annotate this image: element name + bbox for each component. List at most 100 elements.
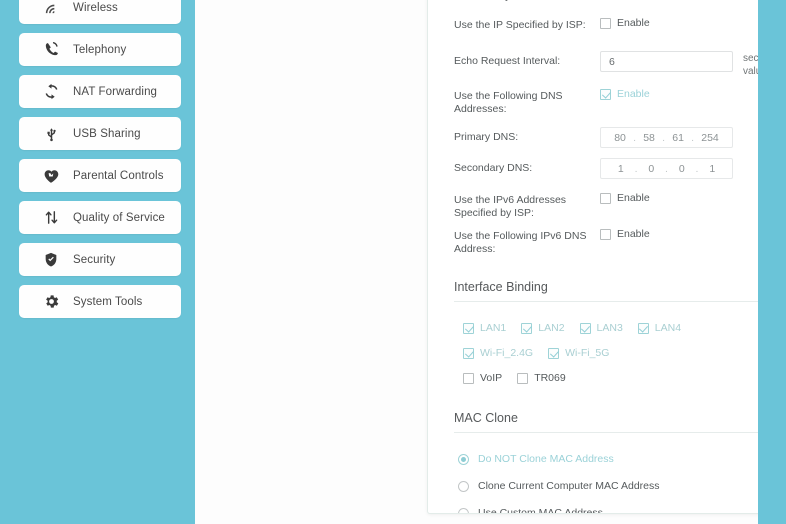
mac-clone-option-clone-current[interactable]: Clone Current Computer MAC Address: [454, 480, 786, 492]
sidebar-item-label: Quality of Service: [73, 211, 165, 224]
octet-1[interactable]: 1: [608, 163, 634, 175]
radio-button: [458, 453, 469, 465]
echo-request-interval-label: Echo Request Interval:: [454, 55, 561, 67]
row-use-ip-specified-by-isp: Use the IP Specified by ISP: Enable: [454, 15, 786, 41]
lan2-checkbox[interactable]: LAN2: [521, 322, 565, 334]
radio-button: [458, 507, 469, 513]
parental-controls-icon: [41, 166, 61, 186]
row-igmp-proxy: IGMP Proxy: Enable: [454, 0, 786, 6]
checkbox-label: Wi-Fi_5G: [565, 347, 610, 359]
sidebar-item-usb-sharing[interactable]: USB Sharing: [19, 117, 181, 150]
use-ip-specified-label: Use the IP Specified by ISP:: [454, 19, 586, 31]
voip-checkbox[interactable]: VoIP: [463, 372, 502, 384]
wifi-5g-checkbox[interactable]: Wi-Fi_5G: [548, 347, 609, 359]
sidebar-item-label: USB Sharing: [73, 127, 141, 140]
mac-clone-section-title: MAC Clone: [454, 411, 786, 433]
sidebar-item-quality-of-service[interactable]: Quality of Service: [19, 201, 181, 234]
checkbox-label: Enable: [617, 192, 650, 204]
interface-binding-wifi-row: Wi-Fi_2.4G Wi-Fi_5G: [454, 347, 786, 359]
lan3-checkbox[interactable]: LAN3: [579, 322, 623, 334]
sidebar-item-label: Telephony: [73, 43, 127, 56]
interface-binding-lan-row: LAN1 LAN2 LAN3 LAN4: [454, 322, 786, 334]
checkbox-box: [463, 347, 474, 359]
checkbox-box: [579, 322, 591, 334]
nat-forwarding-icon: [41, 82, 61, 102]
row-use-following-ipv6-dns: Use the Following IPv6 DNS Address: Enab…: [454, 226, 786, 256]
sidebar-item-wireless[interactable]: Wireless: [19, 0, 181, 24]
octet-1[interactable]: 80: [608, 132, 632, 144]
sidebar-item-system-tools[interactable]: System Tools: [19, 285, 181, 318]
radio-button: [458, 480, 469, 492]
octet-3[interactable]: 61: [666, 132, 690, 144]
row-use-following-dns: Use the Following DNS Addresses: Enable: [454, 86, 786, 116]
interface-binding-other-row: VoIP TR069: [454, 372, 786, 384]
checkbox-label: LAN4: [654, 322, 682, 334]
checkbox-box: [637, 322, 649, 334]
checkbox-box: [600, 192, 611, 204]
use-following-ipv6-dns-label: Use the Following IPv6 DNS Address:: [454, 230, 587, 255]
checkbox-label: Wi-Fi_2.4G: [480, 347, 534, 359]
row-use-ipv6-specified-by-isp: Use the IPv6 Addresses Specified by ISP:…: [454, 190, 786, 220]
sidebar-item-label: Wireless: [73, 1, 118, 14]
row-secondary-dns: Secondary DNS: 1 . 0 . 0 . 1: [454, 156, 786, 182]
checkbox-label: Enable: [617, 88, 650, 100]
sidebar-navigation: Wireless Telephony NAT Forwarding USB Sh…: [0, 0, 195, 524]
primary-dns-input-group[interactable]: 80 . 58 . 61 . 254: [600, 127, 733, 148]
quality-of-service-icon: [41, 208, 61, 228]
router-admin-page: Wireless Telephony NAT Forwarding USB Sh…: [0, 0, 786, 524]
checkbox-box: [517, 372, 529, 384]
use-following-ipv6-dns-enable-checkbox[interactable]: Enable: [600, 228, 650, 240]
row-echo-request-interval: Echo Request Interval: seconds. (0-120. …: [454, 49, 786, 78]
primary-dns-label: Primary DNS:: [454, 131, 519, 143]
checkbox-label: Enable: [617, 228, 650, 240]
row-primary-dns: Primary DNS: 80 . 58 . 61 . 254: [454, 125, 786, 151]
checkbox-box: [463, 322, 474, 334]
lan1-checkbox[interactable]: LAN1: [463, 322, 506, 334]
system-tools-gear-icon: [41, 292, 61, 312]
checkbox-label: LAN3: [596, 322, 623, 334]
checkbox-label: LAN1: [480, 322, 507, 334]
sidebar-item-security[interactable]: Security: [19, 243, 181, 276]
use-ipv6-specified-enable-checkbox[interactable]: Enable: [600, 192, 650, 204]
secondary-dns-input-group[interactable]: 1 . 0 . 0 . 1: [600, 158, 733, 179]
radio-label: Use Custom MAC Address: [478, 507, 603, 514]
checkbox-box: [600, 228, 611, 240]
octet-2[interactable]: 0: [638, 163, 664, 175]
radio-label: Clone Current Computer MAC Address: [478, 480, 660, 492]
tr069-checkbox[interactable]: TR069: [517, 372, 566, 384]
settings-card: IGMP Proxy: Enable Use the IP Specified …: [427, 0, 786, 514]
sidebar-item-label: System Tools: [73, 295, 143, 308]
page-body: IGMP Proxy: Enable Use the IP Specified …: [195, 0, 786, 524]
checkbox-label: TR069: [534, 372, 566, 384]
checkbox-box: [521, 322, 533, 334]
security-shield-icon: [41, 250, 61, 270]
wireless-icon: [41, 0, 61, 18]
octet-4[interactable]: 1: [699, 163, 725, 175]
radio-label: Do NOT Clone MAC Address: [478, 453, 614, 465]
use-following-dns-label: Use the Following DNS Addresses:: [454, 90, 563, 115]
octet-4[interactable]: 254: [695, 132, 725, 144]
echo-request-interval-input[interactable]: [600, 51, 733, 72]
usb-sharing-icon: [41, 124, 61, 144]
checkbox-box: [463, 372, 474, 384]
checkbox-box: [600, 88, 611, 100]
wifi-24g-checkbox[interactable]: Wi-Fi_2.4G: [463, 347, 533, 359]
octet-3[interactable]: 0: [669, 163, 695, 175]
checkbox-label: VoIP: [480, 372, 503, 384]
lan4-checkbox[interactable]: LAN4: [637, 322, 682, 334]
use-ipv6-specified-label: Use the IPv6 Addresses Specified by ISP:: [454, 194, 567, 219]
sidebar-item-parental-controls[interactable]: Parental Controls: [19, 159, 181, 192]
igmp-proxy-label: IGMP Proxy:: [454, 0, 600, 3]
checkbox-box: [548, 347, 560, 359]
sidebar-item-telephony[interactable]: Telephony: [19, 33, 181, 66]
sidebar-item-nat-forwarding[interactable]: NAT Forwarding: [19, 75, 181, 108]
interface-binding-section-title: Interface Binding: [454, 280, 786, 302]
sidebar-item-label: Parental Controls: [73, 169, 164, 182]
octet-2[interactable]: 58: [637, 132, 661, 144]
mac-clone-option-custom[interactable]: Use Custom MAC Address: [454, 507, 786, 514]
use-ip-specified-enable-checkbox[interactable]: Enable: [600, 17, 650, 29]
checkbox-label: Enable: [617, 17, 650, 29]
mac-clone-option-do-not-clone[interactable]: Do NOT Clone MAC Address: [454, 453, 786, 465]
use-following-dns-enable-checkbox[interactable]: Enable: [600, 88, 650, 100]
telephony-icon: [41, 40, 61, 60]
